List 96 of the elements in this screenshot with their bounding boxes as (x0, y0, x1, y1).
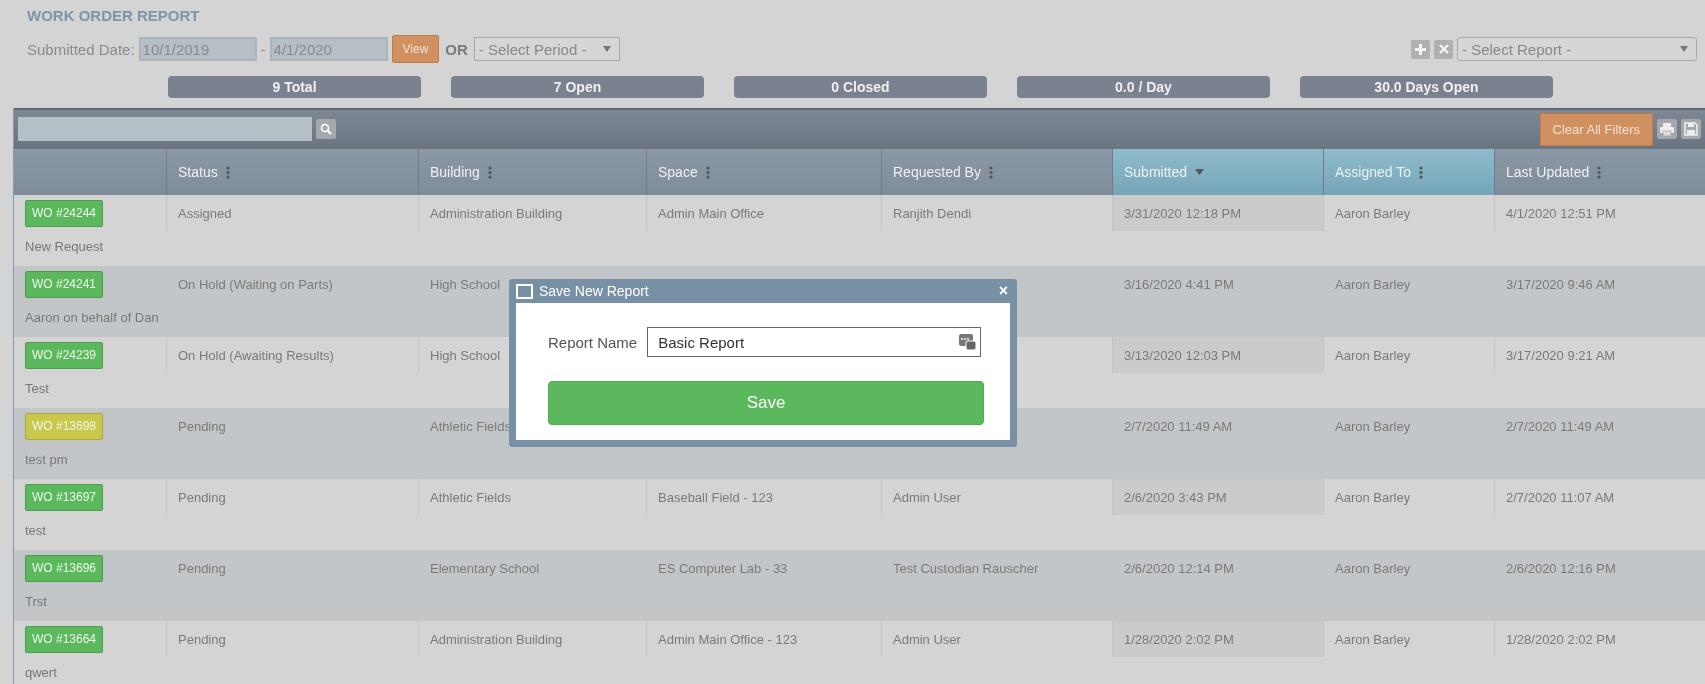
row-description: qwert (25, 665, 57, 680)
table-cell: Aaron Barley (1335, 418, 1411, 434)
table-cell: On Hold (Waiting on Parts) (178, 276, 333, 292)
row-description: test (25, 523, 46, 538)
table-cell: 4/1/2020 12:51 PM (1506, 205, 1616, 221)
table-cell: Aaron Barley (1335, 631, 1411, 647)
page-title: WORK ORDER REPORT (26, 6, 201, 26)
column-menu-icon[interactable] (1419, 165, 1423, 179)
view-button[interactable]: View (391, 35, 440, 63)
column-menu-icon[interactable] (225, 165, 230, 179)
table-cell: Admin User (893, 631, 961, 647)
work-order-button[interactable]: WO #13698 (25, 412, 103, 440)
table-cell: Elementary School (430, 560, 540, 576)
table-cell: 3/17/2020 9:46 AM (1506, 276, 1616, 292)
field-label: Report Name (548, 333, 638, 351)
table-cell: 3/17/2020 9:21 AM (1506, 347, 1616, 363)
column-header[interactable]: Assigned To (1323, 149, 1494, 195)
work-order-button[interactable]: WO #24241 (25, 270, 103, 298)
print-icon[interactable] (1657, 119, 1677, 139)
close-button[interactable]: × (996, 282, 1010, 300)
date-separator: - (260, 40, 266, 58)
stat-pill: 0.0 / Day (1017, 76, 1270, 98)
row-description: Trst (25, 594, 47, 609)
work-order-button[interactable]: WO #24239 (25, 341, 103, 369)
stat-pill: 0 Closed (734, 76, 987, 98)
table-cell: Administration Building (430, 205, 563, 221)
column-menu-icon[interactable] (705, 165, 710, 179)
row-description: New Request (25, 239, 104, 254)
row-description: Aaron on behalf of Dan (25, 310, 159, 325)
table-cell: 2/6/2020 12:14 PM (1124, 560, 1234, 576)
table-cell: 3/31/2020 12:18 PM (1124, 205, 1242, 221)
add-icon[interactable] (1411, 39, 1430, 59)
save-button[interactable]: Save (548, 381, 984, 425)
table-cell: Athletic Fields (430, 489, 511, 505)
table-cell: Pending (178, 560, 226, 576)
table-cell: Assigned (178, 205, 232, 221)
table-cell: Ranjith Dendi (893, 205, 972, 221)
report-name-field[interactable]: Basic Report (647, 327, 982, 357)
work-order-button[interactable]: WO #13697 (25, 483, 103, 511)
save-icon[interactable] (1681, 119, 1701, 139)
table-cell: 2/6/2020 3:43 PM (1124, 489, 1227, 505)
table-cell: ES Computer Lab - 33 (658, 560, 788, 576)
table-cell: 2/7/2020 11:49 AM (1124, 418, 1233, 434)
table-cell: 3/16/2020 4:41 PM (1124, 276, 1234, 292)
sort-arrow-icon (1195, 169, 1205, 175)
table-cell: Aaron Barley (1335, 560, 1411, 576)
table-cell: Pending (178, 631, 226, 647)
table-cell: Pending (178, 489, 226, 505)
column-menu-icon[interactable] (988, 165, 993, 179)
window-icon (516, 283, 533, 299)
table-cell: Athletic Fields (430, 418, 511, 434)
table-cell: High School (430, 276, 501, 292)
column-header[interactable]: Submitted (1112, 149, 1323, 195)
column-menu-icon[interactable] (1597, 165, 1602, 179)
table-cell: Pending (178, 418, 226, 434)
work-order-button[interactable]: WO #13664 (25, 625, 103, 653)
table-cell: Aaron Barley (1335, 489, 1411, 505)
table-cell: Aaron Barley (1335, 205, 1411, 221)
row-description: Test (25, 381, 49, 396)
table-cell: Admin Main Office (658, 205, 764, 221)
stat-pill: 30.0 Days Open (1300, 76, 1553, 98)
column-menu-icon[interactable] (487, 165, 492, 179)
clear-filters-button[interactable]: Clear All Filters (1539, 112, 1653, 146)
caret-icon (1680, 46, 1688, 52)
table-cell: Aaron Barley (1335, 276, 1411, 292)
table-cell: On Hold (Awaiting Results) (178, 347, 334, 363)
delete-icon[interactable] (1434, 39, 1453, 59)
table-cell: 3/13/2020 12:03 PM (1124, 347, 1242, 363)
from-date-field[interactable]: 10/1/2019 (138, 37, 257, 61)
table-cell: Admin Main Office - 123 (658, 631, 798, 647)
to-date-field[interactable]: 4/1/2020 (269, 37, 388, 61)
stat-pill: 7 Open (451, 76, 704, 98)
table-cell: 2/7/2020 11:07 AM (1506, 489, 1615, 505)
table-cell: Aaron Barley (1335, 347, 1411, 363)
period-select[interactable]: - Select Period - (473, 37, 620, 61)
table-cell: Administration Building (430, 631, 563, 647)
work-order-button[interactable]: WO #24244 (25, 199, 103, 227)
table-cell: 1/28/2020 2:02 PM (1506, 631, 1616, 647)
search-field[interactable] (18, 117, 312, 141)
report-select[interactable]: - Select Report - (1457, 37, 1697, 61)
table-cell: 2/6/2020 12:16 PM (1506, 560, 1616, 576)
dialog-title: Save New Report (539, 283, 649, 299)
table-cell: High School (430, 347, 501, 363)
caret-icon (602, 46, 611, 52)
search-icon[interactable] (316, 119, 336, 139)
keypad-icon (959, 334, 977, 350)
work-order-button[interactable]: WO #13696 (25, 554, 103, 582)
date-label: Submitted Date: (27, 40, 135, 58)
stat-pill: 9 Total (168, 76, 421, 98)
table-cell: 2/7/2020 11:49 AM (1506, 418, 1615, 434)
table-cell: Baseball Field - 123 (658, 489, 773, 505)
table-cell: 1/28/2020 2:02 PM (1124, 631, 1234, 647)
table-cell: Test Custodian Rauscher (893, 560, 1039, 576)
or-label: OR (445, 40, 468, 58)
row-description: test pm (25, 452, 68, 467)
table-cell: Admin User (893, 489, 961, 505)
